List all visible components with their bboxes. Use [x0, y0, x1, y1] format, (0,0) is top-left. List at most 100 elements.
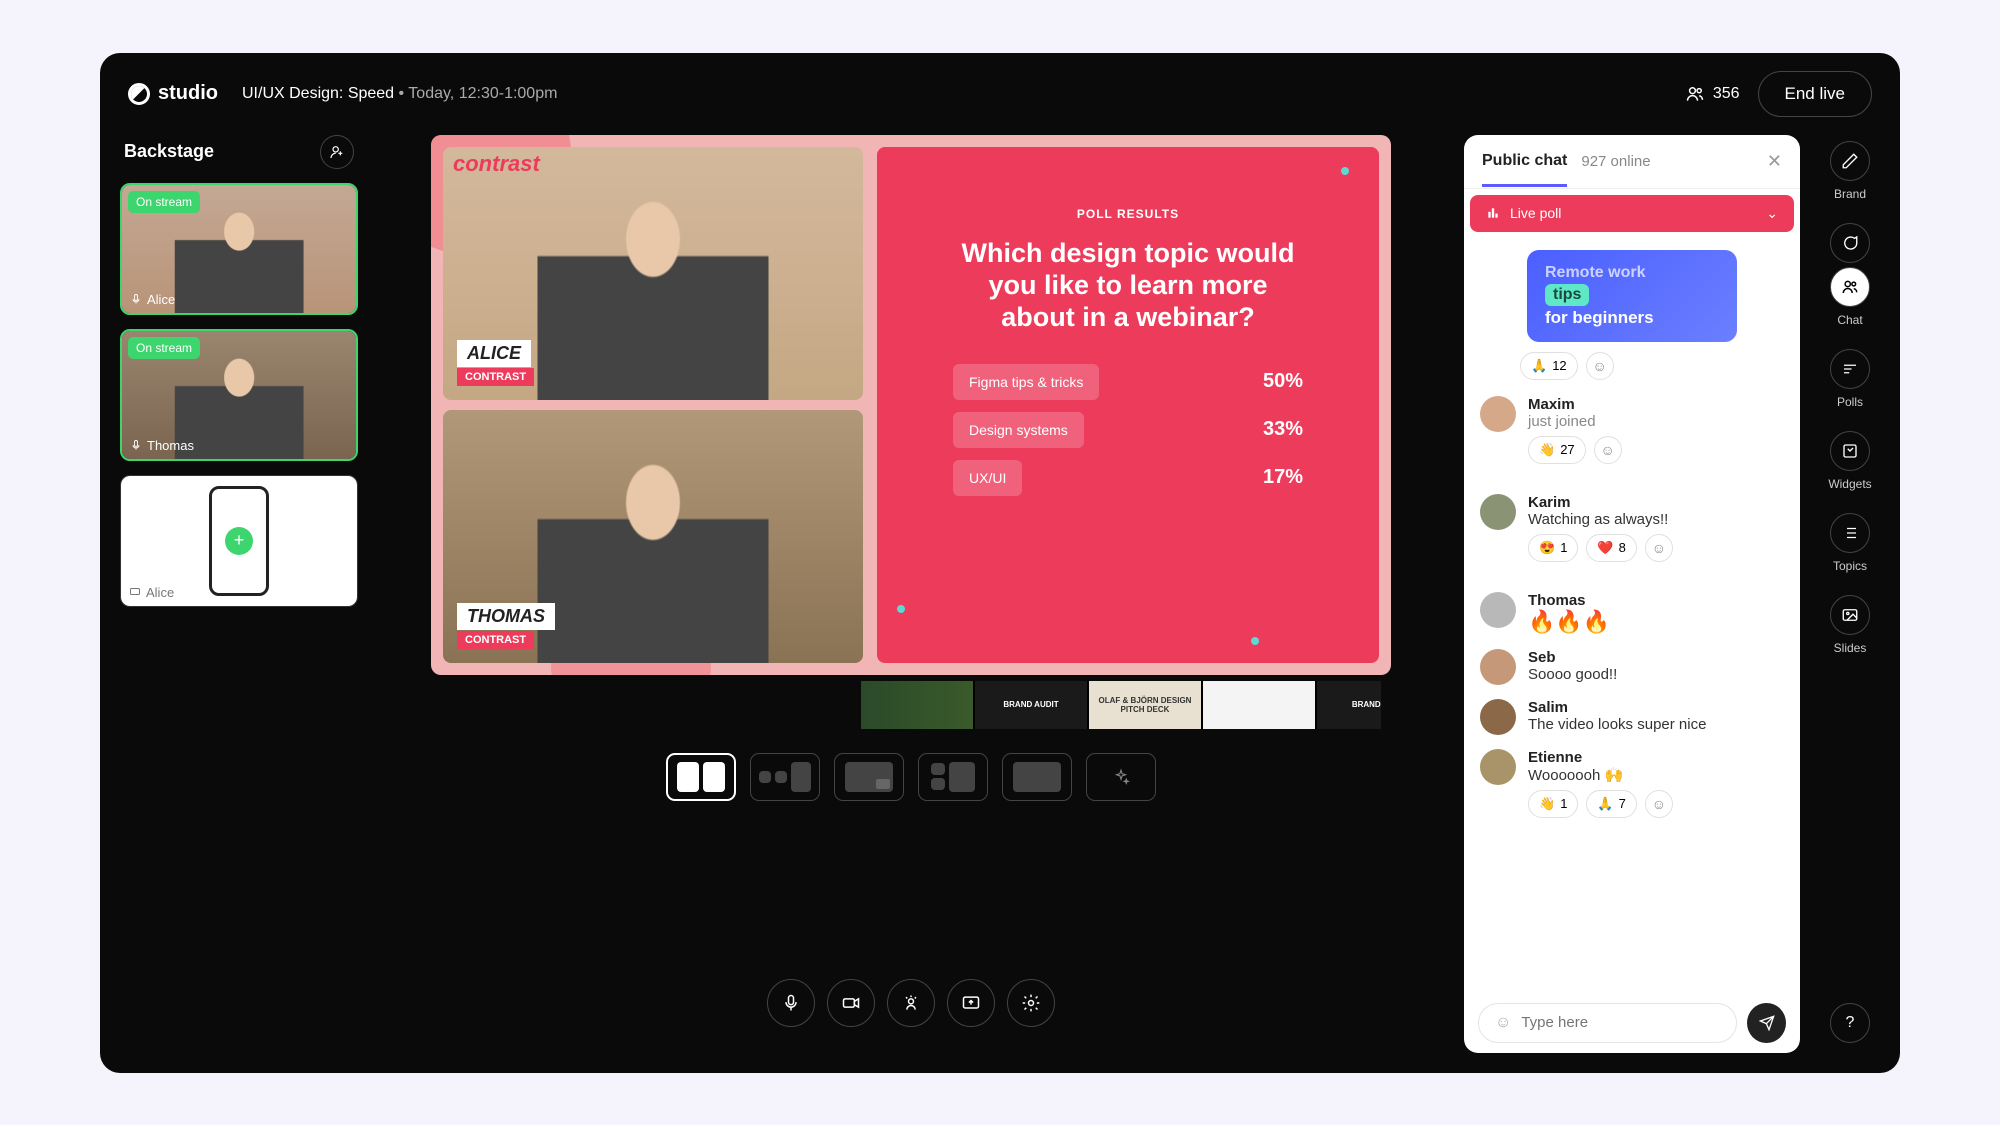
layout-auto-button[interactable] — [1086, 753, 1156, 801]
backstage-tile-screen[interactable]: + Alice — [120, 475, 358, 607]
logo-mark-icon — [128, 83, 150, 105]
chat-header: Public chat 927 online ✕ — [1464, 135, 1800, 189]
layout-grid-button[interactable] — [918, 753, 988, 801]
backstage-tile-alice[interactable]: On stream Alice — [120, 183, 358, 315]
layout-split-button[interactable] — [666, 753, 736, 801]
chat-body[interactable]: Remote work tips for beginners 🙏12 ☺ Max… — [1464, 238, 1800, 993]
chat-input-field[interactable]: ☺ — [1478, 1003, 1737, 1043]
mic-icon — [130, 439, 142, 451]
reaction-pill[interactable]: 👋1 — [1528, 790, 1578, 818]
raise-hand-button[interactable] — [887, 979, 935, 1027]
avatar — [1480, 396, 1516, 432]
chat-close-button[interactable]: ✕ — [1767, 151, 1782, 172]
rail-brand[interactable]: Brand — [1830, 141, 1870, 201]
rail-chat[interactable]: Chat — [1830, 267, 1870, 327]
add-reaction-button[interactable]: ☺ — [1586, 352, 1614, 380]
layout-picker — [666, 753, 1156, 801]
poll-option: Figma tips & tricks 50% — [953, 364, 1303, 400]
camera-button[interactable] — [827, 979, 875, 1027]
avatar — [1480, 749, 1516, 785]
session-title: UI/UX Design: Speed — [242, 85, 394, 102]
end-live-button[interactable]: End live — [1758, 71, 1872, 117]
send-button[interactable] — [1747, 1003, 1786, 1043]
poll-panel: POLL RESULTS Which design topic would yo… — [877, 147, 1379, 663]
list-icon — [1841, 524, 1859, 542]
chat-online-count: 927 online — [1581, 153, 1650, 170]
backstage-tile-thomas[interactable]: On stream Thomas — [120, 329, 358, 461]
chevron-down-icon: ⌄ — [1766, 205, 1778, 222]
reaction-pill[interactable]: ❤️8 — [1586, 534, 1636, 562]
add-person-button[interactable] — [320, 135, 354, 169]
slide-thumb[interactable]: BRAND AUDIT — [975, 681, 1087, 729]
viewers-icon — [1685, 84, 1705, 104]
right-rail: Brand Chat Polls Widgets Topics — [1820, 135, 1880, 1053]
reaction-row: 🙏12 ☺ — [1520, 352, 1784, 380]
chat-media-card[interactable]: Remote work tips for beginners — [1527, 250, 1737, 342]
reaction-pill[interactable]: 🙏12 — [1520, 352, 1578, 380]
rail-polls[interactable]: Polls — [1830, 349, 1870, 409]
poll-option: UX/UI 17% — [953, 460, 1303, 496]
sparkle-icon — [1112, 768, 1130, 786]
logo-text: studio — [158, 82, 218, 105]
chat-input[interactable] — [1521, 1014, 1720, 1031]
layout-sidebar-button[interactable] — [750, 753, 820, 801]
reaction-pill[interactable]: 😍1 — [1528, 534, 1578, 562]
person-plus-icon — [329, 144, 345, 160]
poll-icon — [1841, 360, 1859, 378]
send-icon — [1759, 1015, 1775, 1031]
viewer-count: 356 — [1685, 84, 1740, 104]
chat-message: Karim Watching as always!! 😍1 ❤️8 ☺ — [1480, 494, 1784, 578]
gear-icon — [1021, 993, 1041, 1013]
slide-thumb[interactable]: OLAF & BJÖRN DESIGN PITCH DECK — [1089, 681, 1201, 729]
avatar — [1480, 699, 1516, 735]
person-rays-icon — [901, 993, 921, 1013]
live-poll-label: Live poll — [1510, 205, 1561, 221]
reaction-pill[interactable]: 🙏7 — [1586, 790, 1636, 818]
image-icon — [1841, 606, 1859, 624]
session-time: Today, 12:30-1:00pm — [408, 85, 557, 102]
chat-input-area: ☺ — [1464, 993, 1800, 1053]
poll-label: POLL RESULTS — [1077, 207, 1179, 221]
session-info: UI/UX Design: Speed • Today, 12:30-1:00p… — [242, 85, 557, 103]
reaction-pill[interactable]: 👋27 — [1528, 436, 1586, 464]
slide-thumb[interactable] — [1203, 681, 1315, 729]
backstage-name: Alice — [129, 585, 174, 600]
add-reaction-button[interactable]: ☺ — [1594, 436, 1622, 464]
chat-message: Maxim just joined 👋27 ☺ — [1480, 396, 1784, 480]
avatar — [1480, 494, 1516, 530]
rail-slides[interactable]: Slides — [1830, 595, 1870, 655]
add-reaction-button[interactable]: ☺ — [1645, 534, 1673, 562]
slide-strip[interactable]: BRAND AUDIT OLAF & BJÖRN DESIGN PITCH DE… — [861, 681, 1381, 729]
layout-pip-button[interactable] — [834, 753, 904, 801]
logo: studio — [128, 82, 218, 105]
chat-panel: Public chat 927 online ✕ Live poll ⌄ Rem… — [1464, 135, 1800, 1053]
add-reaction-button[interactable]: ☺ — [1645, 790, 1673, 818]
stage-brand-logo: contrast — [453, 151, 540, 177]
backstage-name: Alice — [130, 292, 175, 307]
share-screen-icon — [961, 993, 981, 1013]
settings-button[interactable] — [1007, 979, 1055, 1027]
chat-message: Seb Soooo good!! — [1480, 649, 1784, 685]
speaker-tag: ALICE CONTRAST — [457, 340, 534, 386]
slide-thumb[interactable] — [861, 681, 973, 729]
share-screen-button[interactable] — [947, 979, 995, 1027]
rail-topics[interactable]: Topics — [1830, 513, 1870, 573]
widget-icon — [1841, 442, 1859, 460]
live-poll-bar[interactable]: Live poll ⌄ — [1470, 195, 1794, 232]
mic-button[interactable] — [767, 979, 815, 1027]
phone-mockup-icon: + — [209, 486, 269, 596]
rail-widgets[interactable]: Widgets — [1828, 431, 1871, 491]
chat-message: Etienne Wooooooh 🙌 👋1 🙏7 ☺ — [1480, 749, 1784, 834]
chat-tab[interactable]: Public chat — [1482, 152, 1567, 187]
header: studio UI/UX Design: Speed • Today, 12:3… — [100, 53, 1900, 135]
speaker-tag: THOMAS CONTRAST — [457, 603, 555, 649]
screen-icon — [129, 586, 141, 598]
stage: contrast ALICE CONTRAST THO — [431, 135, 1391, 1053]
on-stream-badge: On stream — [128, 191, 200, 213]
emoji-picker-icon[interactable]: ☺ — [1495, 1014, 1511, 1032]
slide-thumb[interactable]: BRAND AU — [1317, 681, 1381, 729]
poll-question: Which design topic would you like to lea… — [953, 237, 1303, 334]
layout-full-button[interactable] — [1002, 753, 1072, 801]
help-button[interactable]: ? — [1830, 1003, 1870, 1043]
mic-icon — [781, 993, 801, 1013]
